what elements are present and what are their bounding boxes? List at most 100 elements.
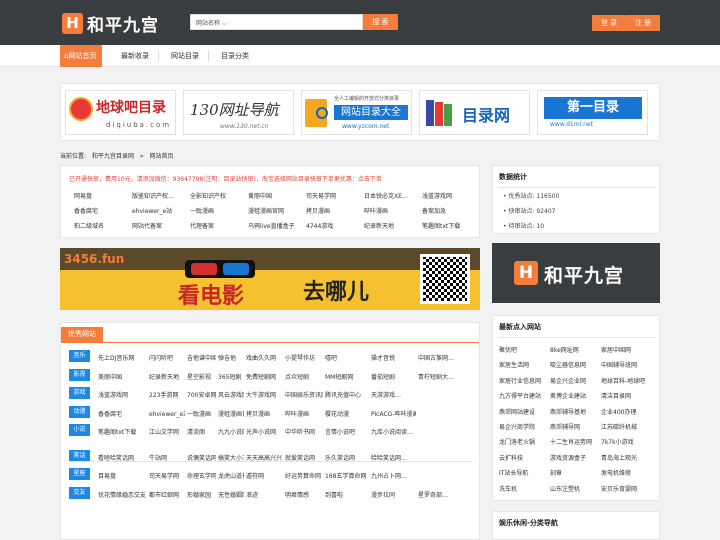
quick-link[interactable]: 桕二级域名 xyxy=(74,221,129,230)
register-button[interactable]: 注 册 xyxy=(626,15,660,31)
fav-site-link[interactable]: PicACG-哔咔漫画… xyxy=(371,409,416,418)
latest-site-link[interactable]: 企业400办理 xyxy=(601,407,653,416)
latest-site-link[interactable]: 燕郊辅导网 xyxy=(550,422,602,431)
fav-site-link[interactable]: 风云游戏网 xyxy=(218,390,244,399)
quick-link[interactable]: 拷贝漫画 xyxy=(306,206,361,215)
fav-site-link[interactable]: 中国古筝网… xyxy=(418,353,475,362)
latest-site-link[interactable]: 刻章 xyxy=(550,468,602,477)
fav-site-link[interactable]: 漫步拉同 xyxy=(371,490,416,499)
latest-site-link[interactable]: 家居生活网 xyxy=(499,360,551,369)
fav-site-link[interactable]: 腾讯充值中心 xyxy=(325,390,369,399)
quick-link[interactable]: 笔趣阁txt下载 xyxy=(422,221,477,230)
latest-site-link[interactable]: 家居中国网 xyxy=(601,345,653,354)
fav-site-link[interactable]: 清流阁 xyxy=(187,427,216,436)
fav-site-link[interactable]: 九九小说网 xyxy=(218,427,244,436)
quick-link[interactable]: 代理备案 xyxy=(190,221,245,230)
fav-site-link[interactable]: 漫蛙漫画官网 xyxy=(218,409,244,418)
fav-site-link[interactable]: 223手游网 xyxy=(149,390,185,399)
fav-site-link[interactable]: 言情小说吧 xyxy=(325,427,369,436)
fav-site-link[interactable]: 司天易学网 xyxy=(149,471,185,480)
quick-link[interactable]: 漫蛙漫画官网 xyxy=(248,206,303,215)
fav-site-link[interactable]: 小提琴作坊 xyxy=(285,353,323,362)
quick-link[interactable]: 一耽漫画 xyxy=(190,206,245,215)
latest-site-link[interactable]: 聚优吧 xyxy=(499,345,551,354)
fav-site-link[interactable]: 哔咔漫画 xyxy=(285,409,323,418)
fav-site-link[interactable]: 都市红娘网 xyxy=(149,490,185,499)
fav-site-link[interactable]: 闪闪听吧 xyxy=(149,353,185,362)
latest-site-link[interactable]: 游戏资源盒子 xyxy=(550,453,602,462)
fav-site-link[interactable]: 中国娱乐资讯网 xyxy=(285,390,323,399)
fav-site-link[interactable]: 笔趣阁txt下载 xyxy=(98,427,147,436)
search-button[interactable]: 搜 索 xyxy=(363,14,398,30)
quick-link[interactable]: 浅蓝游戏网 xyxy=(422,191,477,200)
fav-site-link[interactable]: 美丽中国 xyxy=(98,372,147,381)
banner-yzcom[interactable]: 全人工编辑的开放式分类目录 网站目录大全 www.yzcom.net xyxy=(301,90,412,135)
fav-site-link[interactable]: 大牛游戏网 xyxy=(246,390,283,399)
fav-site-link[interactable]: 番茄短剧 xyxy=(371,372,416,381)
fav-site-link[interactable]: 光声小说网 xyxy=(246,427,283,436)
fav-site-link[interactable]: 命理玄学网 xyxy=(187,471,216,480)
latest-site-link[interactable]: 十二生肖运势网 xyxy=(550,437,602,446)
fav-site-link[interactable]: 明君情感 xyxy=(285,490,323,499)
fav-site-link[interactable]: 168玄学算命网 xyxy=(325,471,369,480)
fav-site-link[interactable]: 形婚家园 xyxy=(187,490,216,499)
latest-site-link[interactable]: 山东注塑机 xyxy=(550,484,602,493)
fav-site-link[interactable]: 香香腐宅 xyxy=(98,409,147,418)
quick-link[interactable]: 备案加急 xyxy=(422,206,477,215)
fav-site-link[interactable]: 700安卓网 xyxy=(187,390,216,399)
nav-latest[interactable]: 最新收录 xyxy=(121,45,149,67)
nav-categories[interactable]: 目录分类 xyxy=(221,45,249,67)
fav-site-link[interactable]: 嘻吧 xyxy=(325,353,369,362)
latest-site-link[interactable]: 7k7k小游戏 xyxy=(601,437,653,446)
quick-link[interactable]: 纪录新天地 xyxy=(364,221,419,230)
quick-link[interactable]: 版鉴知识产权… xyxy=(132,191,187,200)
latest-site-link[interactable]: 江苏碳纤机械 xyxy=(601,422,653,431)
latest-site-link[interactable]: 中国辅导班网 xyxy=(601,360,653,369)
category-tag[interactable]: 笑话 xyxy=(69,449,90,462)
fav-site-link[interactable]: 操才音悦 xyxy=(371,353,416,362)
latest-site-link[interactable]: 龙门洛老火锅 xyxy=(499,437,551,446)
quick-link[interactable]: 4744游戏 xyxy=(306,221,361,230)
nav-home[interactable]: ⌂网站首页 xyxy=(60,45,103,67)
latest-site-link[interactable]: 燕郊网站建设 xyxy=(499,407,551,416)
fav-site-link[interactable]: 吉他谱中国 xyxy=(187,353,216,362)
fav-site-link[interactable]: 九州占卜网… xyxy=(371,471,416,480)
quick-link[interactable]: 网易盘 xyxy=(74,191,129,200)
latest-site-link[interactable]: 易企兴企业网 xyxy=(550,376,602,385)
fav-site-link[interactable]: 青柠短剧大… xyxy=(418,372,475,381)
search-type-select[interactable]: 网站名称 ⌵ xyxy=(196,18,227,28)
fav-site-link[interactable]: 弹吉他 xyxy=(218,353,244,362)
quick-link[interactable]: 乌鸦live直播盒子 xyxy=(248,221,303,230)
brand-ad[interactable]: H 和平九宫 xyxy=(492,243,660,303)
login-button[interactable]: 登 录 xyxy=(592,15,626,31)
latest-site-link[interactable]: 洗车机 xyxy=(499,484,551,493)
category-tag[interactable]: 星座 xyxy=(69,468,90,480)
fav-site-link[interactable]: ehviewer_e站 xyxy=(149,409,185,418)
latest-site-link[interactable]: 易企兴商学院 xyxy=(499,422,551,431)
latest-site-link[interactable]: 燕郊辅导基地 xyxy=(550,407,602,416)
breadcrumb-home-link[interactable]: 和平九宫目录网 xyxy=(92,153,134,160)
category-tag[interactable]: 影视 xyxy=(69,368,90,381)
fav-site-link[interactable]: 九库小说阅读… xyxy=(371,427,416,436)
banner-130[interactable]: 130网址导航 www.130.net.cn xyxy=(183,90,294,135)
quick-link[interactable]: ehviewer_e站 xyxy=(132,206,187,215)
quick-link[interactable]: 黄丽中国 xyxy=(248,191,303,200)
latest-site-link[interactable]: 安贝乐育婴网 xyxy=(601,484,653,493)
fav-site-link[interactable]: 纪录新天地 xyxy=(149,372,185,381)
fav-site-link[interactable]: 365短剧 xyxy=(218,372,244,381)
fav-site-link[interactable]: 到喜啦 xyxy=(325,490,369,499)
fav-site-link[interactable]: 浪迹 xyxy=(246,490,283,499)
fav-site-link[interactable]: 点众短剧 xyxy=(285,372,323,381)
fav-site-link[interactable]: 戏曲久久网 xyxy=(246,353,283,362)
quick-link[interactable]: 香香腐宅 xyxy=(74,206,129,215)
latest-site-link[interactable]: 发电机维修 xyxy=(601,468,653,477)
fav-site-link[interactable]: MM短剧网 xyxy=(325,372,369,381)
latest-site-link[interactable]: 8ke网址网 xyxy=(550,345,602,354)
movie-ad-banner[interactable]: 3456.fun 看电影 去哪儿 xyxy=(60,248,480,310)
latest-site-link[interactable]: 家居行业信息网 xyxy=(499,376,551,385)
banner-d1ml[interactable]: 第一目录 www.d1ml.net xyxy=(537,90,648,135)
fav-site-link[interactable]: 江山文学网 xyxy=(149,427,185,436)
fav-site-link[interactable]: 无性婚姻网 xyxy=(218,490,244,499)
fav-site-link[interactable]: 中华听书网 xyxy=(285,427,323,436)
fav-site-link[interactable]: 遁符网 xyxy=(246,471,283,480)
